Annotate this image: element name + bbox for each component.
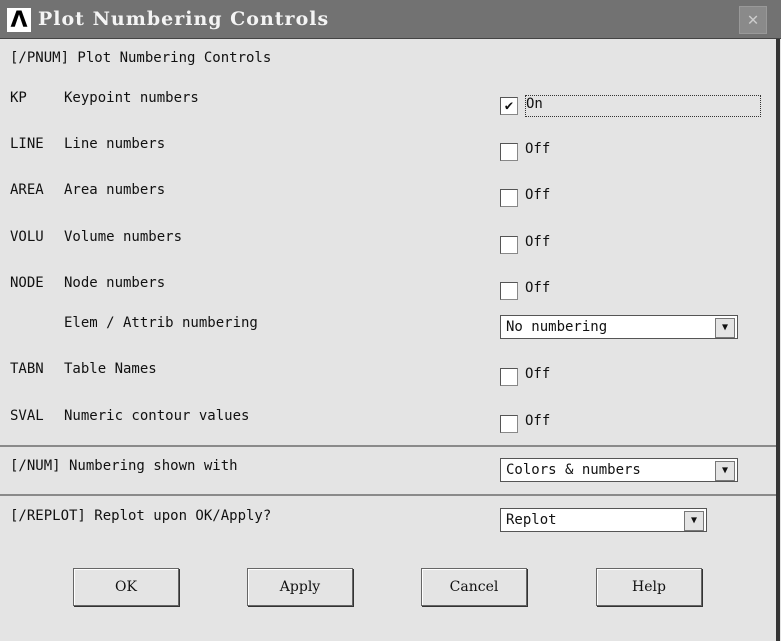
elem-attrib-label: Elem / Attrib numbering xyxy=(64,315,258,331)
row-code: AREA xyxy=(10,182,44,198)
row-state[interactable]: Off xyxy=(525,280,550,296)
num-select[interactable]: Colors & numbers ▼ xyxy=(500,458,738,482)
replot-value: Replot xyxy=(506,512,557,528)
checkbox-node[interactable] xyxy=(500,282,518,300)
row-label: Area numbers xyxy=(64,182,166,198)
row-code: SVAL xyxy=(10,408,44,424)
elem-attrib-select[interactable]: No numbering ▼ xyxy=(500,315,738,339)
ansys-logo-icon: Λ xyxy=(7,8,31,33)
close-button[interactable]: ✕ xyxy=(739,6,767,34)
row-state[interactable]: On xyxy=(525,95,761,117)
cancel-button[interactable]: Cancel xyxy=(421,568,527,606)
check-icon: ✔ xyxy=(504,98,514,114)
row-state[interactable]: Off xyxy=(525,187,550,203)
row-state[interactable]: Off xyxy=(525,234,550,250)
row-code: KP xyxy=(10,90,27,106)
checkbox-line[interactable] xyxy=(500,143,518,161)
checkbox-kp[interactable]: ✔ xyxy=(500,97,518,115)
replot-label: [/REPLOT] Replot upon OK/Apply? xyxy=(10,508,272,524)
row-label: Volume numbers xyxy=(64,229,183,245)
num-label: [/NUM] Numbering shown with xyxy=(10,458,238,474)
checkbox-volu[interactable] xyxy=(500,236,518,254)
ok-button[interactable]: OK xyxy=(73,568,179,606)
divider xyxy=(0,445,776,447)
checkbox-tabn[interactable] xyxy=(500,368,518,386)
row-code: TABN xyxy=(10,361,44,377)
checkbox-area[interactable] xyxy=(500,189,518,207)
apply-button[interactable]: Apply xyxy=(247,568,353,606)
chevron-down-icon[interactable]: ▼ xyxy=(684,511,704,531)
row-label: Keypoint numbers xyxy=(64,90,199,106)
help-button[interactable]: Help xyxy=(596,568,702,606)
row-code: VOLU xyxy=(10,229,44,245)
replot-select[interactable]: Replot ▼ xyxy=(500,508,707,532)
title-bar: Λ Plot Numbering Controls ✕ xyxy=(0,0,781,39)
elem-attrib-value: No numbering xyxy=(506,319,608,335)
row-code: LINE xyxy=(10,136,44,152)
dialog-body xyxy=(0,39,780,641)
section-header: [/PNUM] Plot Numbering Controls xyxy=(10,50,272,66)
row-state[interactable]: Off xyxy=(525,413,550,429)
row-label: Numeric contour values xyxy=(64,408,250,424)
row-state[interactable]: Off xyxy=(525,141,550,157)
row-label: Node numbers xyxy=(64,275,166,291)
row-label: Line numbers xyxy=(64,136,166,152)
row-label: Table Names xyxy=(64,361,157,377)
window-title: Plot Numbering Controls xyxy=(38,8,330,30)
divider xyxy=(0,494,776,496)
num-value: Colors & numbers xyxy=(506,462,641,478)
chevron-down-icon[interactable]: ▼ xyxy=(715,461,735,481)
row-state[interactable]: Off xyxy=(525,366,550,382)
checkbox-sval[interactable] xyxy=(500,415,518,433)
row-code: NODE xyxy=(10,275,44,291)
chevron-down-icon[interactable]: ▼ xyxy=(715,318,735,338)
